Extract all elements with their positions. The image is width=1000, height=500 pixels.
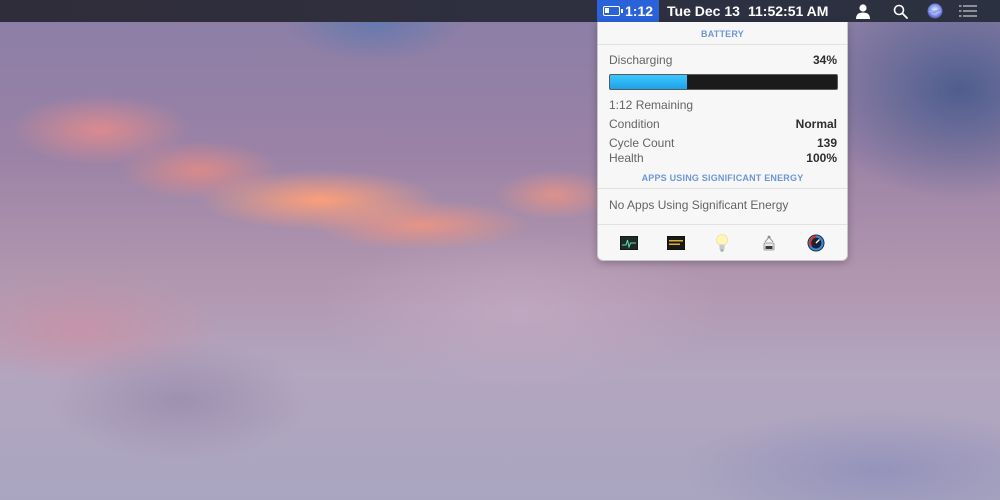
lightbulb-icon[interactable]	[712, 233, 732, 253]
battery-icon	[603, 6, 623, 16]
spotlight-search-icon[interactable]	[890, 0, 910, 22]
menu-bar-date[interactable]: Tue Dec 13	[667, 3, 740, 19]
battery-menu-extra[interactable]: 1:12	[597, 0, 659, 22]
battery-level-bar	[609, 74, 838, 90]
time-remaining: 1:12 Remaining	[609, 98, 694, 112]
status-row: Discharging 34%	[609, 53, 837, 67]
no-apps-message: No Apps Using Significant Energy	[609, 198, 789, 212]
detail-label: Health	[609, 151, 644, 165]
remaining-row: 1:12 Remaining	[609, 98, 837, 112]
battery-popover: BATTERY Discharging 34% 1:12 Remaining C…	[597, 22, 848, 261]
siri-icon[interactable]	[925, 0, 945, 22]
detail-row-condition: Condition Normal	[609, 117, 837, 131]
apps-message-row: No Apps Using Significant Energy	[609, 198, 837, 212]
menu-bar: 1:12 Tue Dec 13 11:52:51 AM	[0, 0, 1000, 22]
battery-level-fill	[610, 75, 688, 89]
activity-monitor-icon[interactable]	[619, 233, 639, 253]
divider	[598, 44, 847, 45]
charging-status: Discharging	[609, 53, 673, 67]
detail-row-cycle-count: Cycle Count 139	[609, 136, 837, 150]
detail-value: 100%	[806, 151, 837, 165]
detail-row-health: Health 100%	[609, 151, 837, 165]
detail-label: Cycle Count	[609, 136, 675, 150]
menu-bar-clock[interactable]: 11:52:51 AM	[748, 3, 828, 19]
apps-section-title: APPS USING SIGNIFICANT ENERGY	[641, 173, 804, 183]
system-information-icon[interactable]	[759, 233, 779, 253]
detail-value: Normal	[795, 117, 837, 131]
divider	[598, 224, 847, 225]
notification-center-icon[interactable]	[957, 0, 979, 22]
apps-toolbar	[598, 226, 847, 260]
detail-value: 139	[816, 136, 837, 150]
detail-label: Condition	[609, 117, 660, 131]
battery-percent: 34%	[812, 53, 837, 67]
user-icon[interactable]	[853, 0, 873, 22]
console-icon[interactable]	[666, 233, 686, 253]
speedometer-icon[interactable]	[806, 233, 826, 253]
battery-time-remaining: 1:12	[625, 3, 654, 19]
divider	[598, 188, 847, 189]
battery-section-title: BATTERY	[701, 29, 744, 39]
